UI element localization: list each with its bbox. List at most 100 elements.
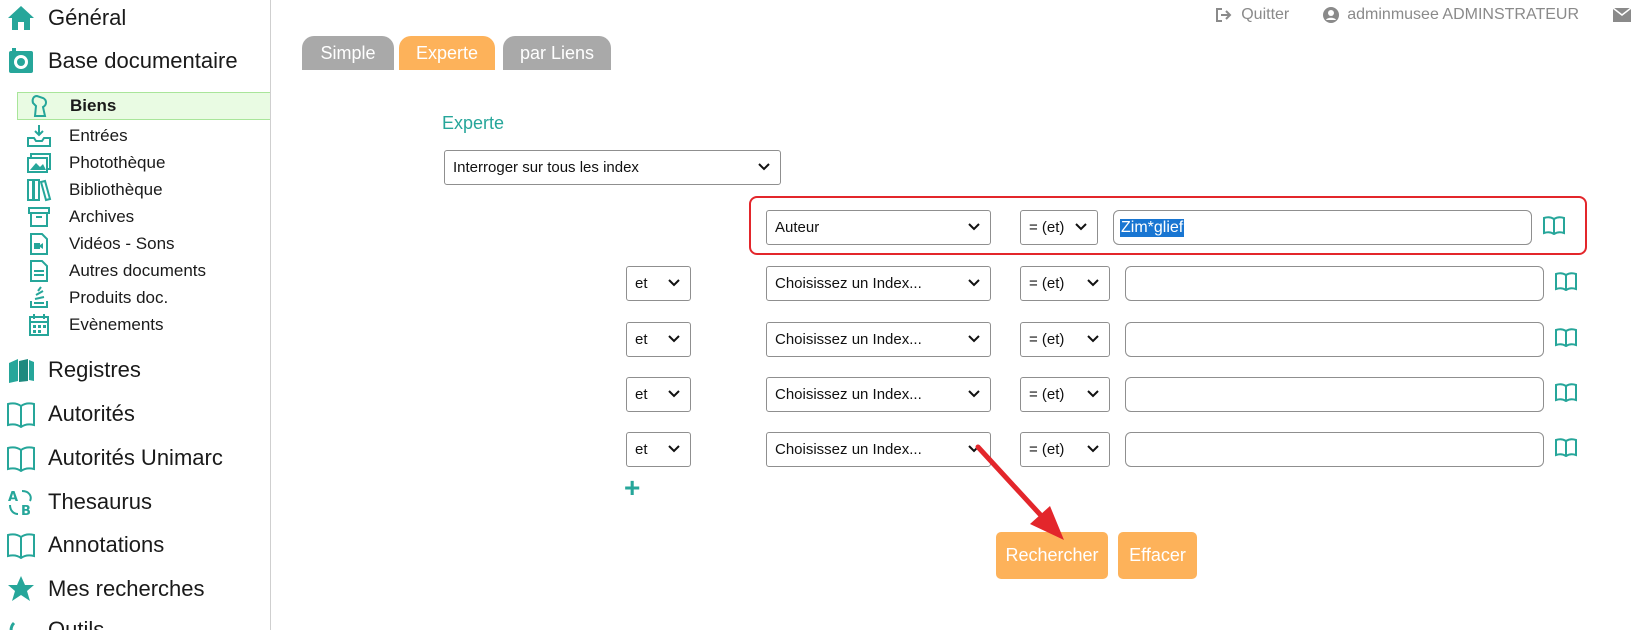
connector-select-row-2[interactable]: et (626, 266, 691, 301)
index-select-row-5[interactable]: Choisissez un Index... (766, 432, 991, 467)
connector-select-row-4[interactable]: et (626, 377, 691, 412)
thesaurus-icon: AB (4, 485, 38, 519)
sidebar-item-biens[interactable]: Biens (17, 92, 270, 120)
tools-icon (4, 613, 38, 630)
archive-box-icon (25, 204, 53, 230)
tab-label: Simple (320, 42, 376, 63)
sidebar-item-bibliotheque[interactable]: Bibliothèque (17, 176, 270, 204)
tab-experte[interactable]: Experte (399, 36, 495, 70)
select-value: = (et) (1029, 386, 1065, 403)
search-button[interactable]: Rechercher (996, 532, 1108, 579)
chevron-down-icon (668, 279, 680, 287)
index-scope-select[interactable]: Interroger sur tous les index (444, 150, 781, 185)
nav-section-thesaurus[interactable]: AB Thesaurus (0, 484, 152, 520)
chevron-down-icon (1075, 223, 1087, 231)
database-icon (4, 44, 38, 78)
connector-select-row-5[interactable]: et (626, 432, 691, 467)
chevron-down-icon (968, 445, 980, 453)
connector-select-row-3[interactable]: et (626, 322, 691, 357)
user-menu[interactable]: adminmusee ADMINSTRATEUR (1323, 6, 1579, 24)
nav-section-label: Mes recherches (48, 576, 205, 601)
select-value: Interroger sur tous les index (453, 159, 639, 176)
operator-select-row-5[interactable]: = (et) (1020, 432, 1110, 467)
select-value: = (et) (1029, 219, 1065, 236)
sidebar: Général Base documentaire Biens Entrées … (0, 0, 271, 630)
sidebar-item-archives[interactable]: Archives (17, 203, 270, 231)
top-bar: Quitter adminmusee ADMINSTRATEUR (1215, 4, 1647, 26)
select-value: Choisissez un Index... (775, 441, 922, 458)
statue-icon (26, 93, 54, 119)
nav-section-label: Autorités Unimarc (48, 445, 223, 470)
tab-simple[interactable]: Simple (302, 36, 394, 70)
open-book-icon[interactable] (1554, 382, 1578, 402)
chevron-down-icon (968, 390, 980, 398)
clear-button[interactable]: Effacer (1118, 532, 1197, 579)
chevron-down-icon (668, 445, 680, 453)
nav-section-autorites[interactable]: Autorités (0, 396, 135, 432)
nav-section-label: Annotations (48, 532, 165, 557)
tab-par-liens[interactable]: par Liens (503, 36, 611, 70)
books-icon (25, 177, 53, 203)
sign-out-icon (1216, 8, 1232, 22)
index-select-row-1[interactable]: Auteur (766, 210, 991, 245)
add-row-button[interactable]: + (624, 474, 640, 502)
select-value: = (et) (1029, 441, 1065, 458)
sidebar-item-phototheque[interactable]: Photothèque (17, 149, 270, 177)
nav-section-autorites-unimarc[interactable]: Autorités Unimarc (0, 440, 223, 476)
chevron-down-icon (668, 335, 680, 343)
svg-text:B: B (21, 504, 31, 517)
operator-select-row-2[interactable]: = (et) (1020, 266, 1110, 301)
calendar-icon (25, 312, 53, 338)
select-value: et (635, 331, 648, 348)
sidebar-item-label: Evènements (69, 315, 164, 334)
value-input-row-3[interactable] (1125, 322, 1544, 357)
nav-section-outils[interactable]: Outils (0, 612, 104, 630)
sidebar-item-autres-documents[interactable]: Autres documents (17, 257, 270, 285)
open-book-icon[interactable] (1554, 271, 1578, 291)
nav-section-mes-recherches[interactable]: Mes recherches (0, 571, 205, 607)
quit-link[interactable]: Quitter (1215, 6, 1289, 24)
messages-link[interactable] (1613, 8, 1639, 22)
clear-button-label: Effacer (1129, 545, 1186, 565)
sidebar-item-label: Entrées (69, 126, 128, 145)
input-value: Zim*glief (1120, 218, 1185, 237)
chevron-down-icon (1087, 445, 1099, 453)
sidebar-item-produits-doc[interactable]: Produits doc. (17, 284, 270, 312)
operator-select-row-1[interactable]: = (et) (1020, 210, 1098, 245)
sidebar-item-label: Archives (69, 207, 135, 226)
sidebar-item-label: Biens (70, 96, 117, 115)
index-select-row-3[interactable]: Choisissez un Index... (766, 322, 991, 357)
open-book-icon[interactable] (1554, 437, 1578, 457)
value-input-row-4[interactable] (1125, 377, 1544, 412)
stack-icon (25, 285, 53, 311)
chevron-down-icon (758, 163, 770, 171)
user-circle-icon (1323, 7, 1340, 23)
nav-section-general[interactable]: Général (0, 0, 126, 36)
sidebar-item-label: Photothèque (69, 153, 166, 172)
sidebar-item-videos-sons[interactable]: Vidéos - Sons (17, 230, 270, 258)
value-input-row-2[interactable] (1125, 266, 1544, 301)
open-book-icon (4, 441, 38, 475)
nav-section-annotations[interactable]: Annotations (0, 527, 164, 563)
sidebar-item-evenements[interactable]: Evènements (17, 311, 270, 339)
operator-select-row-4[interactable]: = (et) (1020, 377, 1110, 412)
sidebar-item-entrees[interactable]: Entrées (17, 122, 270, 150)
open-book-icon[interactable] (1542, 215, 1566, 235)
nav-section-registres[interactable]: Registres (0, 352, 141, 388)
operator-select-row-3[interactable]: = (et) (1020, 322, 1110, 357)
index-select-row-4[interactable]: Choisissez un Index... (766, 377, 991, 412)
select-value: et (635, 386, 648, 403)
home-icon (4, 1, 38, 35)
sidebar-item-label: Vidéos - Sons (69, 234, 175, 253)
open-book-icon[interactable] (1554, 327, 1578, 347)
nav-section-label: Général (48, 5, 127, 30)
value-input-row-5[interactable] (1125, 432, 1544, 467)
chevron-down-icon (668, 390, 680, 398)
sidebar-item-label: Bibliothèque (69, 180, 163, 199)
nav-section-label: Registres (48, 357, 141, 382)
tab-label: par Liens (519, 42, 595, 63)
nav-section-base-documentaire[interactable]: Base documentaire (0, 43, 238, 79)
value-input-row-1[interactable]: Zim*glief (1113, 210, 1532, 245)
select-value: et (635, 441, 648, 458)
index-select-row-2[interactable]: Choisissez un Index... (766, 266, 991, 301)
